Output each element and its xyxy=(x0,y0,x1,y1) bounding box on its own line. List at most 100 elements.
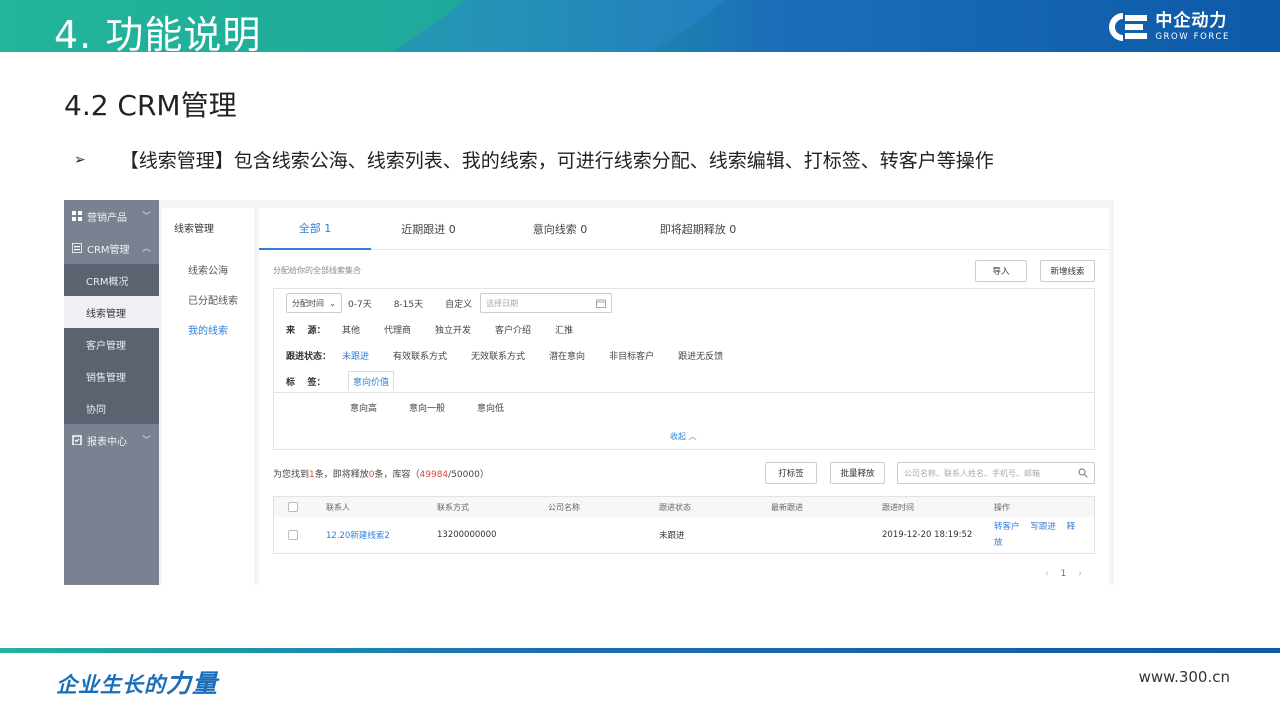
result-text: 条，即将释放 xyxy=(314,470,369,480)
nav-item-customer-management[interactable]: 客户管理 xyxy=(64,328,159,360)
slide-header: 4. 功能说明 中企动力 GROW FORCE xyxy=(0,0,1280,52)
slide-title: 4. 功能说明 xyxy=(54,13,262,52)
lead-subnav: 线索管理 线索公海 已分配线索 我的线索 xyxy=(162,208,254,585)
col-contact: 联系人 xyxy=(326,502,350,512)
next-page-icon[interactable]: › xyxy=(1078,569,1082,579)
nav-item-lead-management[interactable]: 线索管理 xyxy=(64,296,159,328)
collapse-link[interactable]: 收起 ︿ xyxy=(670,431,697,442)
date-picker-input[interactable]: 选择日期 xyxy=(480,293,613,313)
chevron-up-icon: ︿ xyxy=(141,244,151,254)
slogan: 企业生长的力量 xyxy=(56,664,218,700)
tab-description: 分配给你的全部线索集合 xyxy=(273,266,361,275)
subnav-item-public-pool[interactable]: 线索公海 xyxy=(162,254,254,284)
time-cell: 2019-12-20 18:19:52 xyxy=(882,530,973,540)
batch-release-button[interactable]: 批量释放 xyxy=(830,462,885,484)
search-icon xyxy=(1078,468,1088,478)
slogan-text: 企业生长的 xyxy=(56,673,166,697)
result-text: 条，库容（ xyxy=(374,470,420,480)
subnav-title: 线索管理 xyxy=(174,224,214,235)
select-all-checkbox[interactable] xyxy=(288,502,298,512)
header-decoration xyxy=(392,0,728,52)
release-link-wrap[interactable]: 放 xyxy=(994,538,1003,548)
nav-group-reports[interactable]: 报表中心 ﹀ xyxy=(64,424,159,456)
col-phone: 联系方式 xyxy=(437,502,469,512)
time-select[interactable]: 分配时间 ⌄ xyxy=(286,293,342,313)
status-option[interactable]: 潜在意向 xyxy=(549,349,585,362)
source-option[interactable]: 独立开发 xyxy=(435,323,471,336)
search-placeholder: 公司名称、联系人姓名、手机号、邮箱 xyxy=(904,468,1040,478)
subnav-item-assigned[interactable]: 已分配线索 xyxy=(162,284,254,314)
nav-group-marketing[interactable]: 营销产品 ﹀ xyxy=(64,200,159,232)
subnav-item-my-leads[interactable]: 我的线索 xyxy=(162,314,254,344)
source-option[interactable]: 汇推 xyxy=(555,323,573,336)
date-placeholder: 选择日期 xyxy=(486,298,519,308)
chevron-down-icon: ⌄ xyxy=(329,298,336,308)
pagination: ‹ 1 › xyxy=(1045,569,1082,579)
source-option[interactable]: 客户介绍 xyxy=(495,323,531,336)
new-lead-button[interactable]: 新增线索 xyxy=(1040,260,1095,282)
result-text: 为您找到 xyxy=(273,470,310,480)
list-icon xyxy=(72,243,82,253)
col-status: 跟进状态 xyxy=(659,502,691,512)
capacity-total: /50000） xyxy=(448,470,489,480)
time-option-0-7[interactable]: 0-7天 xyxy=(348,297,372,310)
row-checkbox[interactable] xyxy=(288,530,298,540)
nav-item-crm-overview[interactable]: CRM概况 xyxy=(64,264,159,296)
write-followup-link[interactable]: 写跟进 xyxy=(1030,522,1056,532)
status-option[interactable]: 跟进无反馈 xyxy=(678,349,723,362)
status-option[interactable]: 无效联系方式 xyxy=(471,349,525,362)
crm-app-screenshot: 营销产品 ﹀ CRM管理 ︿ CRM概况 线索管理 客户管理 销售管理 协同 报… xyxy=(64,200,1114,585)
footer-bar xyxy=(0,648,1280,653)
time-option-8-15[interactable]: 8-15天 xyxy=(394,297,423,310)
page-number[interactable]: 1 xyxy=(1061,569,1067,579)
tab-all[interactable]: 全部 1 xyxy=(259,208,371,250)
tab-expiring[interactable]: 即将超期释放 0 xyxy=(634,208,762,250)
divider xyxy=(274,392,1094,393)
tag-option-medium[interactable]: 意向一般 xyxy=(409,401,445,414)
website: www.300.cn xyxy=(1138,668,1230,686)
main-panel: 全部 1 近期跟进 0 意向线索 0 即将超期释放 0 分配给你的全部线索集合 … xyxy=(259,208,1109,585)
source-option[interactable]: 代理商 xyxy=(384,323,411,336)
table-row: 12.20新建线索2 13200000000 未跟进 2019-12-20 18… xyxy=(274,517,1094,553)
nav-group-crm[interactable]: CRM管理 ︿ xyxy=(64,232,159,264)
tab-intent-leads[interactable]: 意向线索 0 xyxy=(486,208,634,250)
nav-item-sales-management[interactable]: 销售管理 xyxy=(64,360,159,392)
col-latest: 最新跟进 xyxy=(771,502,803,512)
logo-chinese: 中企动力 xyxy=(1155,10,1228,31)
time-filter-row: 分配时间 ⌄ 0-7天 8-15天 自定义 选择日期 xyxy=(286,293,613,313)
section-title: 4.2 CRM管理 xyxy=(64,89,237,122)
clipboard-icon xyxy=(72,435,82,445)
source-option[interactable]: 其他 xyxy=(342,323,360,336)
tag-tab-intent-value[interactable]: 意向价值 xyxy=(348,371,395,391)
search-input[interactable]: 公司名称、联系人姓名、手机号、邮箱 xyxy=(897,462,1095,484)
main-nav: 营销产品 ﹀ CRM管理 ︿ CRM概况 线索管理 客户管理 销售管理 协同 报… xyxy=(64,200,159,585)
col-company: 公司名称 xyxy=(548,502,580,512)
chevron-down-icon: ﹀ xyxy=(141,436,151,446)
import-button[interactable]: 导入 xyxy=(975,260,1027,282)
tag-options-row: 意向高 意向一般 意向低 xyxy=(350,401,528,414)
tag-option-low[interactable]: 意向低 xyxy=(477,401,504,414)
nav-item-collaboration[interactable]: 协同 xyxy=(64,392,159,424)
tab-recent-followup[interactable]: 近期跟进 0 xyxy=(371,208,486,250)
actions-cell: 转客户 写跟进 释 放 xyxy=(994,517,1086,553)
status-option[interactable]: 非目标客户 xyxy=(609,349,654,362)
lead-tabs: 全部 1 近期跟进 0 意向线索 0 即将超期释放 0 xyxy=(259,208,1109,250)
status-label: 跟进状态： xyxy=(286,352,332,362)
nav-group-label: 营销产品 xyxy=(87,212,127,224)
convert-customer-link[interactable]: 转客户 xyxy=(994,522,1020,532)
tag-button[interactable]: 打标签 xyxy=(765,462,817,484)
status-option[interactable]: 未跟进 xyxy=(342,349,369,362)
contact-link[interactable]: 12.20新建线索2 xyxy=(326,517,390,553)
phone-cell: 13200000000 xyxy=(437,530,497,540)
col-time: 跟进时间 xyxy=(882,502,914,512)
time-option-custom[interactable]: 自定义 xyxy=(445,297,472,310)
release-link[interactable]: 释 xyxy=(1067,522,1076,532)
tag-option-high[interactable]: 意向高 xyxy=(350,401,377,414)
nav-group-label: CRM管理 xyxy=(87,244,130,256)
company-logo: 中企动力 GROW FORCE xyxy=(1101,10,1230,44)
grid-icon xyxy=(72,211,82,221)
status-filter-row: 跟进状态： 未跟进 有效联系方式 无效联系方式 潜在意向 非目标客户 跟进无反馈 xyxy=(286,349,747,362)
prev-page-icon[interactable]: ‹ xyxy=(1045,569,1049,579)
status-option[interactable]: 有效联系方式 xyxy=(393,349,447,362)
tag-label: 标 签： xyxy=(286,377,326,388)
